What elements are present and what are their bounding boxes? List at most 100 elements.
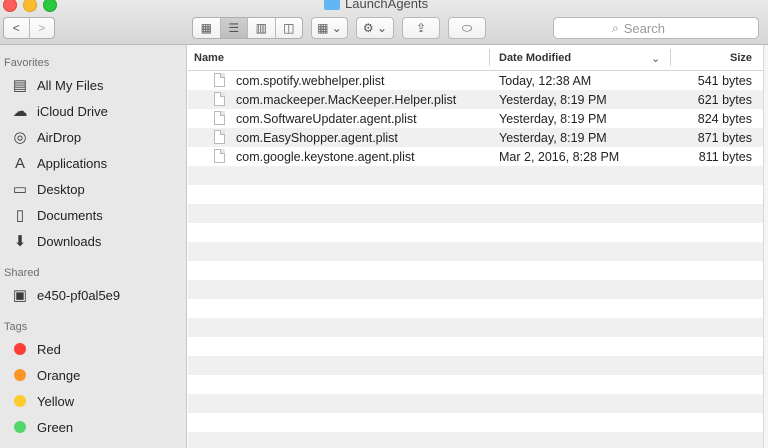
back-forward-control: < > <box>3 17 55 39</box>
column-header-name[interactable]: Name <box>194 52 224 64</box>
airdrop-icon: ◎ <box>13 129 27 146</box>
documents-icon: ▯ <box>15 207 25 224</box>
empty-row <box>188 337 763 356</box>
file-icon <box>214 149 225 163</box>
sidebar-item-tag-yellow[interactable]: Yellow <box>10 390 74 412</box>
sidebar-item-all-my-files[interactable]: ▤ All My Files <box>10 74 104 96</box>
search-input[interactable]: ⌕ Search <box>553 17 759 39</box>
file-size: 824 bytes <box>697 112 752 126</box>
file-size: 871 bytes <box>697 131 752 145</box>
downloads-icon: ⬇ <box>13 233 27 250</box>
sidebar: Favorites ▤ All My Files ☁ iCloud Drive … <box>0 45 187 448</box>
sidebar-header-favorites: Favorites <box>4 57 50 69</box>
column-divider[interactable] <box>489 49 490 66</box>
empty-row <box>188 394 763 413</box>
file-name: com.EasyShopper.agent.plist <box>236 131 398 145</box>
window-title: LaunchAgents <box>324 0 429 11</box>
share-button[interactable]: ⇪ <box>402 17 440 39</box>
sidebar-item-label: e450-pf0al5e9 <box>37 287 121 303</box>
sidebar-item-label: Green <box>37 419 74 435</box>
tag-dot-icon <box>14 421 26 433</box>
desktop-icon: ▭ <box>12 181 28 198</box>
tag-dot-icon <box>14 395 26 407</box>
sidebar-item-tag-green[interactable]: Green <box>10 416 73 438</box>
file-date: Yesterday, 8:19 PM <box>499 131 607 145</box>
sidebar-item-tag-red[interactable]: Red <box>10 338 61 360</box>
close-button[interactable] <box>3 0 17 12</box>
empty-row <box>188 242 763 261</box>
sidebar-item-label: Yellow <box>37 393 75 409</box>
search-placeholder: Search <box>623 20 665 36</box>
sidebar-item-airdrop[interactable]: ◎ AirDrop <box>10 126 81 148</box>
sidebar-header-tags: Tags <box>4 321 28 333</box>
minimize-button[interactable] <box>23 0 37 12</box>
finder-window: LaunchAgents < > ▦ ☰ ▥ ◫ ▦ ⌄ ⚙ ⌄ ⇪ ⬭ ⌕ S… <box>0 0 768 448</box>
back-button[interactable]: < <box>4 18 30 38</box>
edit-tags-button[interactable]: ⬭ <box>448 17 486 39</box>
tag-dot-icon <box>14 343 26 355</box>
icon-view-button[interactable]: ▦ <box>193 18 221 38</box>
coverflow-view-button[interactable]: ◫ <box>276 18 303 38</box>
zoom-button[interactable] <box>43 0 57 12</box>
sidebar-item-label: AirDrop <box>37 129 82 145</box>
action-button[interactable]: ⚙ ⌄ <box>356 17 394 39</box>
file-name: com.spotify.webhelper.plist <box>236 74 385 88</box>
sidebar-item-tag-orange[interactable]: Orange <box>10 364 80 386</box>
list-icon: ☰ <box>228 21 240 35</box>
empty-row <box>188 223 763 242</box>
sidebar-item-applications[interactable]: A Applications <box>10 152 107 174</box>
column-header-date-modified[interactable]: Date Modified <box>499 52 571 64</box>
view-mode-control: ▦ ☰ ▥ ◫ <box>192 17 303 39</box>
sidebar-item-shared-computer[interactable]: ▣ e450-pf0al5e9 <box>10 284 120 306</box>
arrange-button[interactable]: ▦ ⌄ <box>311 17 348 39</box>
empty-row <box>188 166 763 185</box>
list-item[interactable]: com.mackeeper.MacKeeper.Helper.plist Yes… <box>188 90 763 109</box>
file-date: Today, 12:38 AM <box>499 74 592 88</box>
gear-icon: ⚙ ⌄ <box>362 21 388 35</box>
sidebar-item-label: Downloads <box>37 233 102 249</box>
list-item[interactable]: com.SoftwareUpdater.agent.plist Yesterda… <box>188 109 763 128</box>
grid-icon: ▦ <box>200 21 212 35</box>
list-item[interactable]: com.google.keystone.agent.plist Mar 2, 2… <box>188 147 763 166</box>
sidebar-item-label: Red <box>37 341 61 357</box>
empty-row <box>188 356 763 375</box>
column-header-size[interactable]: Size <box>730 52 752 64</box>
file-name: com.SoftwareUpdater.agent.plist <box>236 112 417 126</box>
arrange-icon: ▦ ⌄ <box>317 21 342 35</box>
empty-row <box>188 261 763 280</box>
file-name: com.mackeeper.MacKeeper.Helper.plist <box>236 93 457 107</box>
tag-dot-icon <box>14 369 26 381</box>
folder-icon <box>324 0 340 10</box>
column-view-button[interactable]: ▥ <box>248 18 276 38</box>
list-item[interactable]: com.spotify.webhelper.plist Today, 12:38… <box>188 71 763 90</box>
window-title-text: LaunchAgents <box>345 0 429 11</box>
file-icon <box>214 92 225 106</box>
empty-row <box>188 299 763 318</box>
computer-icon: ▣ <box>12 287 28 304</box>
empty-row <box>188 432 763 448</box>
sidebar-item-label: Applications <box>37 155 108 171</box>
all-files-icon: ▤ <box>12 77 28 94</box>
file-date: Mar 2, 2016, 8:28 PM <box>499 150 620 164</box>
file-size: 541 bytes <box>697 74 752 88</box>
empty-row <box>188 318 763 337</box>
sidebar-item-documents[interactable]: ▯ Documents <box>10 204 103 226</box>
list-view-button[interactable]: ☰ <box>220 18 248 38</box>
forward-button[interactable]: > <box>30 18 55 38</box>
sidebar-item-icloud-drive[interactable]: ☁ iCloud Drive <box>10 100 108 122</box>
sidebar-item-label: Orange <box>37 367 81 383</box>
share-icon: ⇪ <box>415 21 427 35</box>
sidebar-item-downloads[interactable]: ⬇ Downloads <box>10 230 102 252</box>
file-size: 811 bytes <box>698 150 752 164</box>
file-date: Yesterday, 8:19 PM <box>499 93 607 107</box>
sidebar-item-label: iCloud Drive <box>37 103 108 119</box>
chevron-right-icon: > <box>38 21 46 35</box>
file-icon <box>214 130 225 144</box>
applications-icon: A <box>14 154 25 172</box>
column-divider[interactable] <box>670 49 671 66</box>
sidebar-item-desktop[interactable]: ▭ Desktop <box>10 178 85 200</box>
list-item[interactable]: com.EasyShopper.agent.plist Yesterday, 8… <box>188 128 763 147</box>
empty-row <box>188 185 763 204</box>
empty-row <box>188 204 763 223</box>
background-window-edge <box>763 45 768 448</box>
